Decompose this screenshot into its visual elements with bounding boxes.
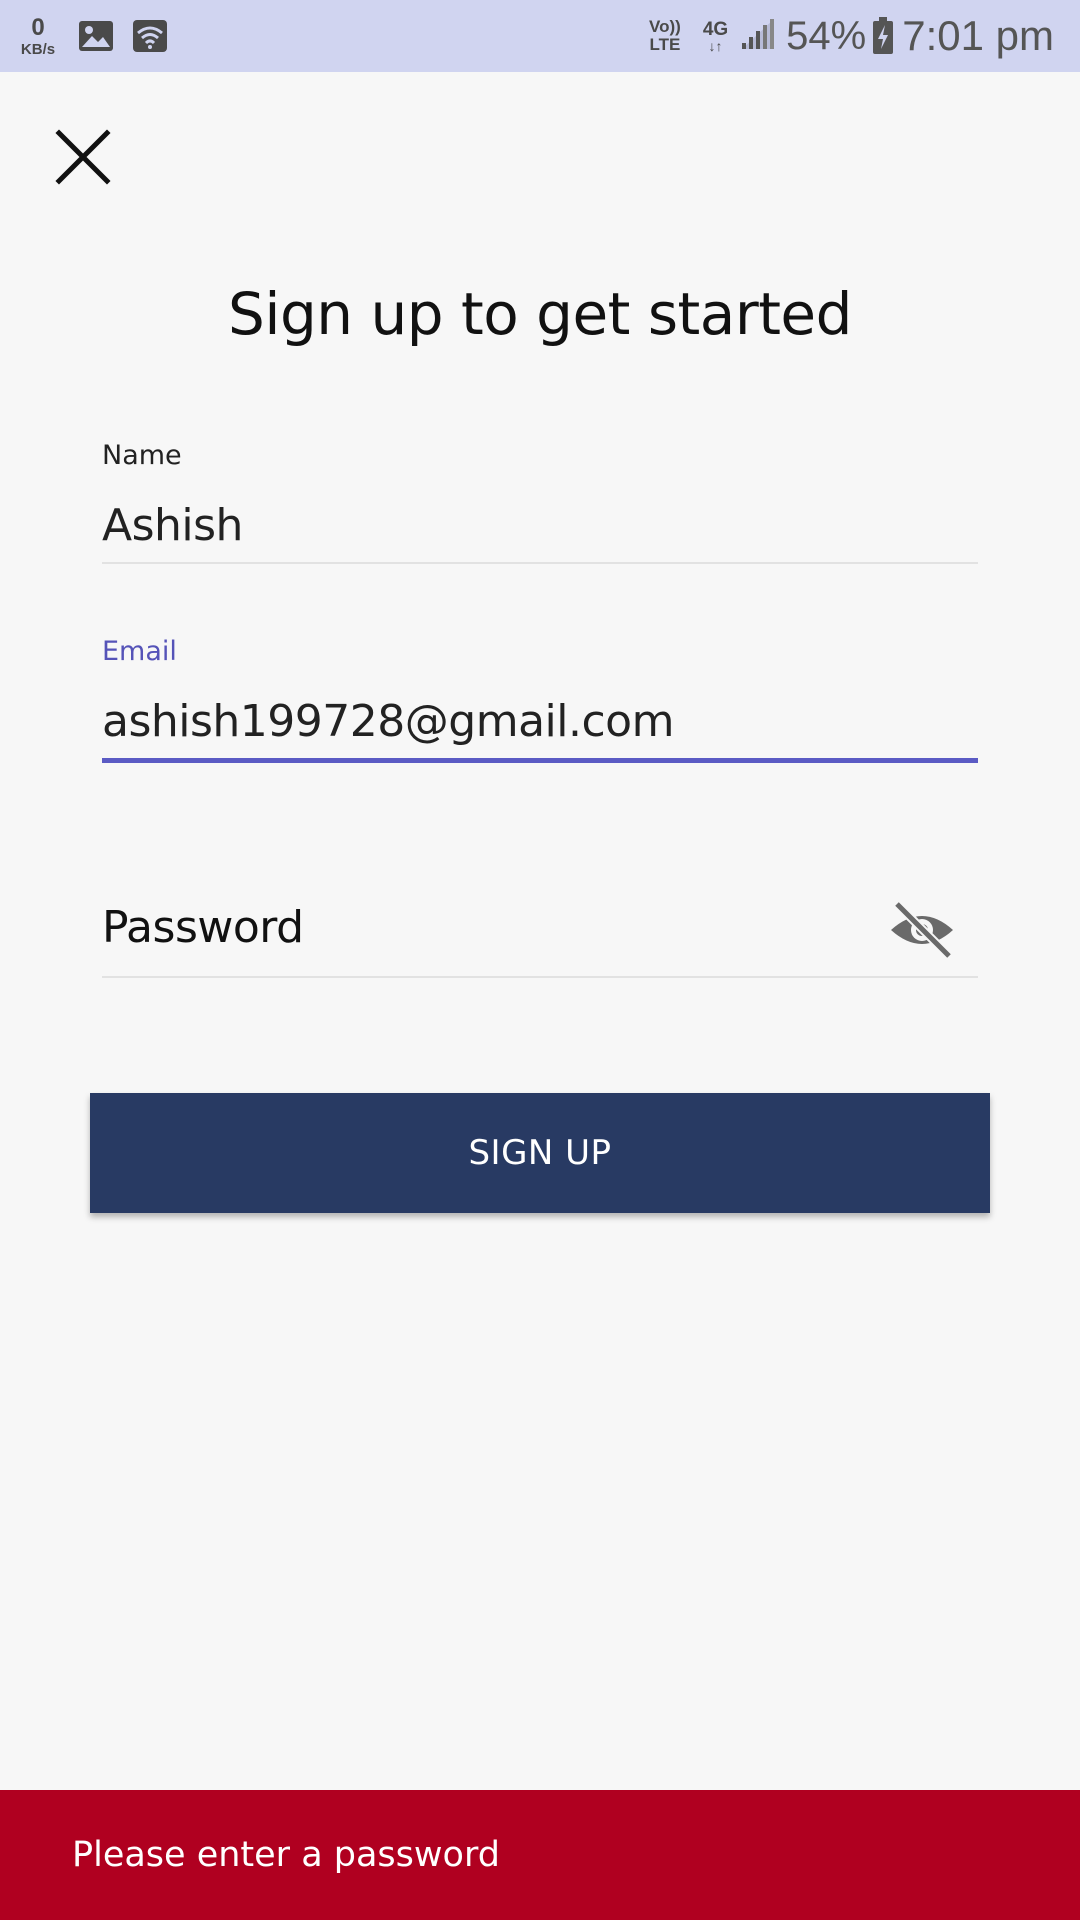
network-speed: 0 KB/s (16, 13, 60, 58)
network-type: 4G (702, 18, 729, 40)
battery-percent: 54% (786, 13, 867, 58)
network-speed-unit: KB/s (20, 40, 56, 58)
email-underline-focused (102, 758, 978, 763)
password-underline (102, 976, 978, 978)
email-field[interactable]: Email ashish199728@gmail.com (102, 636, 978, 766)
status-bar: 0 KB/s Vo)) LTE 4G ↓↑ 54% 7:01 pm (0, 0, 1080, 72)
gallery-icon (78, 20, 114, 52)
name-input[interactable]: Ashish (102, 500, 243, 551)
sign-up-button[interactable]: SIGN UP (90, 1093, 990, 1213)
eye-off-icon (891, 900, 953, 960)
signal-icon (740, 17, 776, 55)
page-title: Sign up to get started (228, 280, 852, 348)
password-field[interactable]: Password (102, 880, 978, 980)
status-bar-left: 0 KB/s (16, 0, 168, 72)
network-type-indicator: 4G ↓↑ (703, 20, 728, 53)
volte-line1: Vo)) (649, 17, 681, 37)
network-arrows: ↓↑ (708, 37, 723, 54)
snackbar-message: Please enter a password (72, 1835, 500, 1875)
close-icon (55, 129, 111, 185)
email-input[interactable]: ashish199728@gmail.com (102, 696, 674, 747)
error-snackbar: Please enter a password (0, 1790, 1080, 1920)
battery-charging-icon (872, 17, 894, 55)
status-bar-right: Vo)) LTE 4G ↓↑ 54% 7:01 pm (649, 0, 1054, 72)
password-input[interactable]: Password (102, 902, 304, 953)
network-speed-value: 0 (31, 13, 45, 41)
wifi-icon (132, 19, 168, 53)
clock: 7:01 pm (902, 12, 1054, 59)
close-button[interactable] (48, 122, 118, 192)
name-label: Name (102, 440, 182, 471)
email-label: Email (102, 636, 177, 667)
name-field[interactable]: Name Ashish (102, 440, 978, 566)
name-underline (102, 562, 978, 564)
volte-indicator: Vo)) LTE (649, 18, 681, 54)
password-visibility-toggle[interactable] (886, 898, 958, 962)
volte-line2: LTE (649, 35, 681, 54)
